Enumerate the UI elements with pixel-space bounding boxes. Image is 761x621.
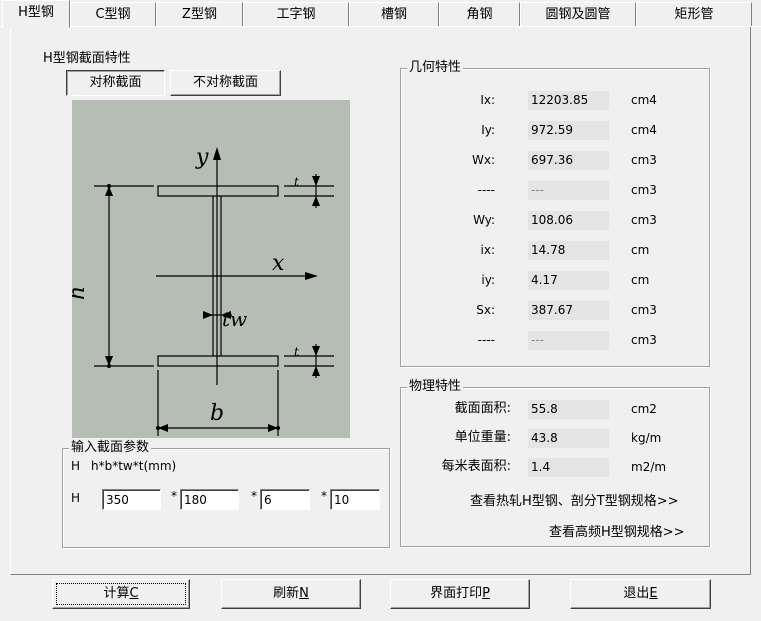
geometry-value: 972.59 bbox=[528, 121, 609, 140]
h-beam-drawing: y x tw b h t t bbox=[72, 145, 334, 436]
geometry-value: 108.06 bbox=[528, 211, 609, 230]
geometry-label: Iy: bbox=[481, 123, 495, 137]
print-button[interactable]: 界面打印P bbox=[390, 579, 530, 609]
geometry-label: ix: bbox=[480, 243, 495, 257]
h-label: h bbox=[72, 286, 90, 300]
geometry-label: Ix: bbox=[480, 93, 495, 107]
x-axis-label: x bbox=[272, 251, 285, 276]
top-flange bbox=[157, 185, 279, 197]
tab-rect-tube[interactable]: 矩形管 bbox=[636, 2, 752, 26]
geometry-value: 387.67 bbox=[528, 301, 609, 320]
geometry-unit: cm4 bbox=[631, 123, 657, 137]
geometry-unit: cm3 bbox=[631, 303, 657, 317]
physical-label: 每米表面积: bbox=[441, 459, 511, 474]
formula-prefix: H bbox=[71, 459, 81, 473]
calculate-button[interactable]: 计算C bbox=[52, 579, 190, 609]
bottom-flange bbox=[157, 355, 279, 367]
tab-i-beam[interactable]: 工字钢 bbox=[243, 2, 349, 26]
exit-button[interactable]: 退出E bbox=[570, 579, 711, 609]
web-thickness-input[interactable] bbox=[260, 489, 310, 510]
separator-2: * bbox=[251, 489, 257, 503]
tab-angle[interactable]: 角钢 bbox=[439, 2, 520, 26]
geometry-unit: cm3 bbox=[631, 153, 657, 167]
geometry-unit: cm bbox=[631, 273, 650, 287]
geometry-unit: cm3 bbox=[631, 183, 657, 197]
y-axis-label: y bbox=[195, 145, 209, 170]
geometry-label: iy: bbox=[481, 273, 495, 287]
separator-1: * bbox=[171, 489, 177, 503]
geometry-value: 697.36 bbox=[528, 151, 609, 170]
flange-thickness-input[interactable] bbox=[330, 489, 380, 510]
tab-c-steel[interactable]: C型钢 bbox=[70, 2, 156, 26]
geometry-value: 4.17 bbox=[528, 271, 609, 290]
geometry-label: Sx: bbox=[476, 303, 495, 317]
asymmetric-section-button[interactable]: 不对称截面 bbox=[170, 70, 281, 96]
geometry-label: Wy: bbox=[473, 213, 495, 227]
geometry-value: --- bbox=[528, 181, 609, 200]
width-input[interactable] bbox=[180, 489, 239, 510]
tab-z-steel[interactable]: Z型钢 bbox=[156, 2, 243, 26]
symmetric-section-button[interactable]: 对称截面 bbox=[66, 70, 165, 96]
physical-label: 单位重量: bbox=[454, 430, 511, 445]
refresh-button[interactable]: 刷新N bbox=[221, 579, 361, 609]
geometry-unit: cm3 bbox=[631, 213, 657, 227]
physical-value: 43.8 bbox=[528, 429, 609, 448]
hot-rolled-spec-link[interactable]: 查看热轧H型钢、剖分T型钢规格>> bbox=[470, 490, 679, 509]
high-freq-spec-link[interactable]: 查看高频H型钢规格>> bbox=[549, 521, 685, 540]
tab-round[interactable]: 圆钢及圆管 bbox=[520, 2, 636, 26]
section-group-title: H型钢截面特性 bbox=[41, 51, 133, 67]
b-label: b bbox=[210, 401, 224, 426]
y-axis-arrow bbox=[213, 147, 221, 160]
tab-h-steel[interactable]: H型钢 bbox=[2, 0, 70, 28]
tw-label: tw bbox=[222, 307, 247, 331]
tab-page: H型钢截面特性 对称截面 不对称截面 y x tw b t t 输入截面参数 H… bbox=[10, 27, 751, 575]
t-label-top: t bbox=[294, 175, 299, 189]
param-row-prefix: H bbox=[71, 491, 81, 505]
physical-value: 55.8 bbox=[528, 400, 609, 419]
formula-hint: h*b*tw*t(mm) bbox=[91, 459, 177, 473]
geometry-label: Wx: bbox=[471, 153, 495, 167]
x-axis-arrow bbox=[305, 272, 318, 280]
geometry-value: 14.78 bbox=[528, 241, 609, 260]
input-params-title: 输入截面参数 bbox=[69, 440, 152, 456]
geometry-value: 12203.85 bbox=[528, 91, 609, 110]
geometry-unit: cm4 bbox=[631, 93, 657, 107]
physical-unit: kg/m bbox=[631, 431, 662, 445]
physical-label: 截面面积: bbox=[454, 401, 511, 416]
geometry-label: ---- bbox=[477, 333, 495, 347]
geometry-unit: cm3 bbox=[631, 333, 657, 347]
physical-title: 物理特性 bbox=[407, 379, 464, 395]
tab-channel[interactable]: 槽钢 bbox=[349, 2, 439, 26]
geometry-label: ---- bbox=[477, 183, 495, 197]
geometry-unit: cm bbox=[631, 243, 650, 257]
t-label-bottom: t bbox=[294, 345, 299, 359]
physical-unit: cm2 bbox=[631, 402, 657, 416]
physical-value: 1.4 bbox=[528, 458, 609, 477]
height-input[interactable] bbox=[102, 489, 161, 510]
separator-3: * bbox=[321, 489, 327, 503]
physical-unit: m2/m bbox=[631, 460, 667, 474]
tab-bar: H型钢 C型钢 Z型钢 工字钢 槽钢 角钢 圆钢及圆管 矩形管 bbox=[0, 0, 761, 28]
geometry-value: --- bbox=[528, 331, 609, 350]
geometry-title: 几何特性 bbox=[407, 60, 464, 76]
section-diagram: y x tw b h t t bbox=[72, 100, 350, 438]
